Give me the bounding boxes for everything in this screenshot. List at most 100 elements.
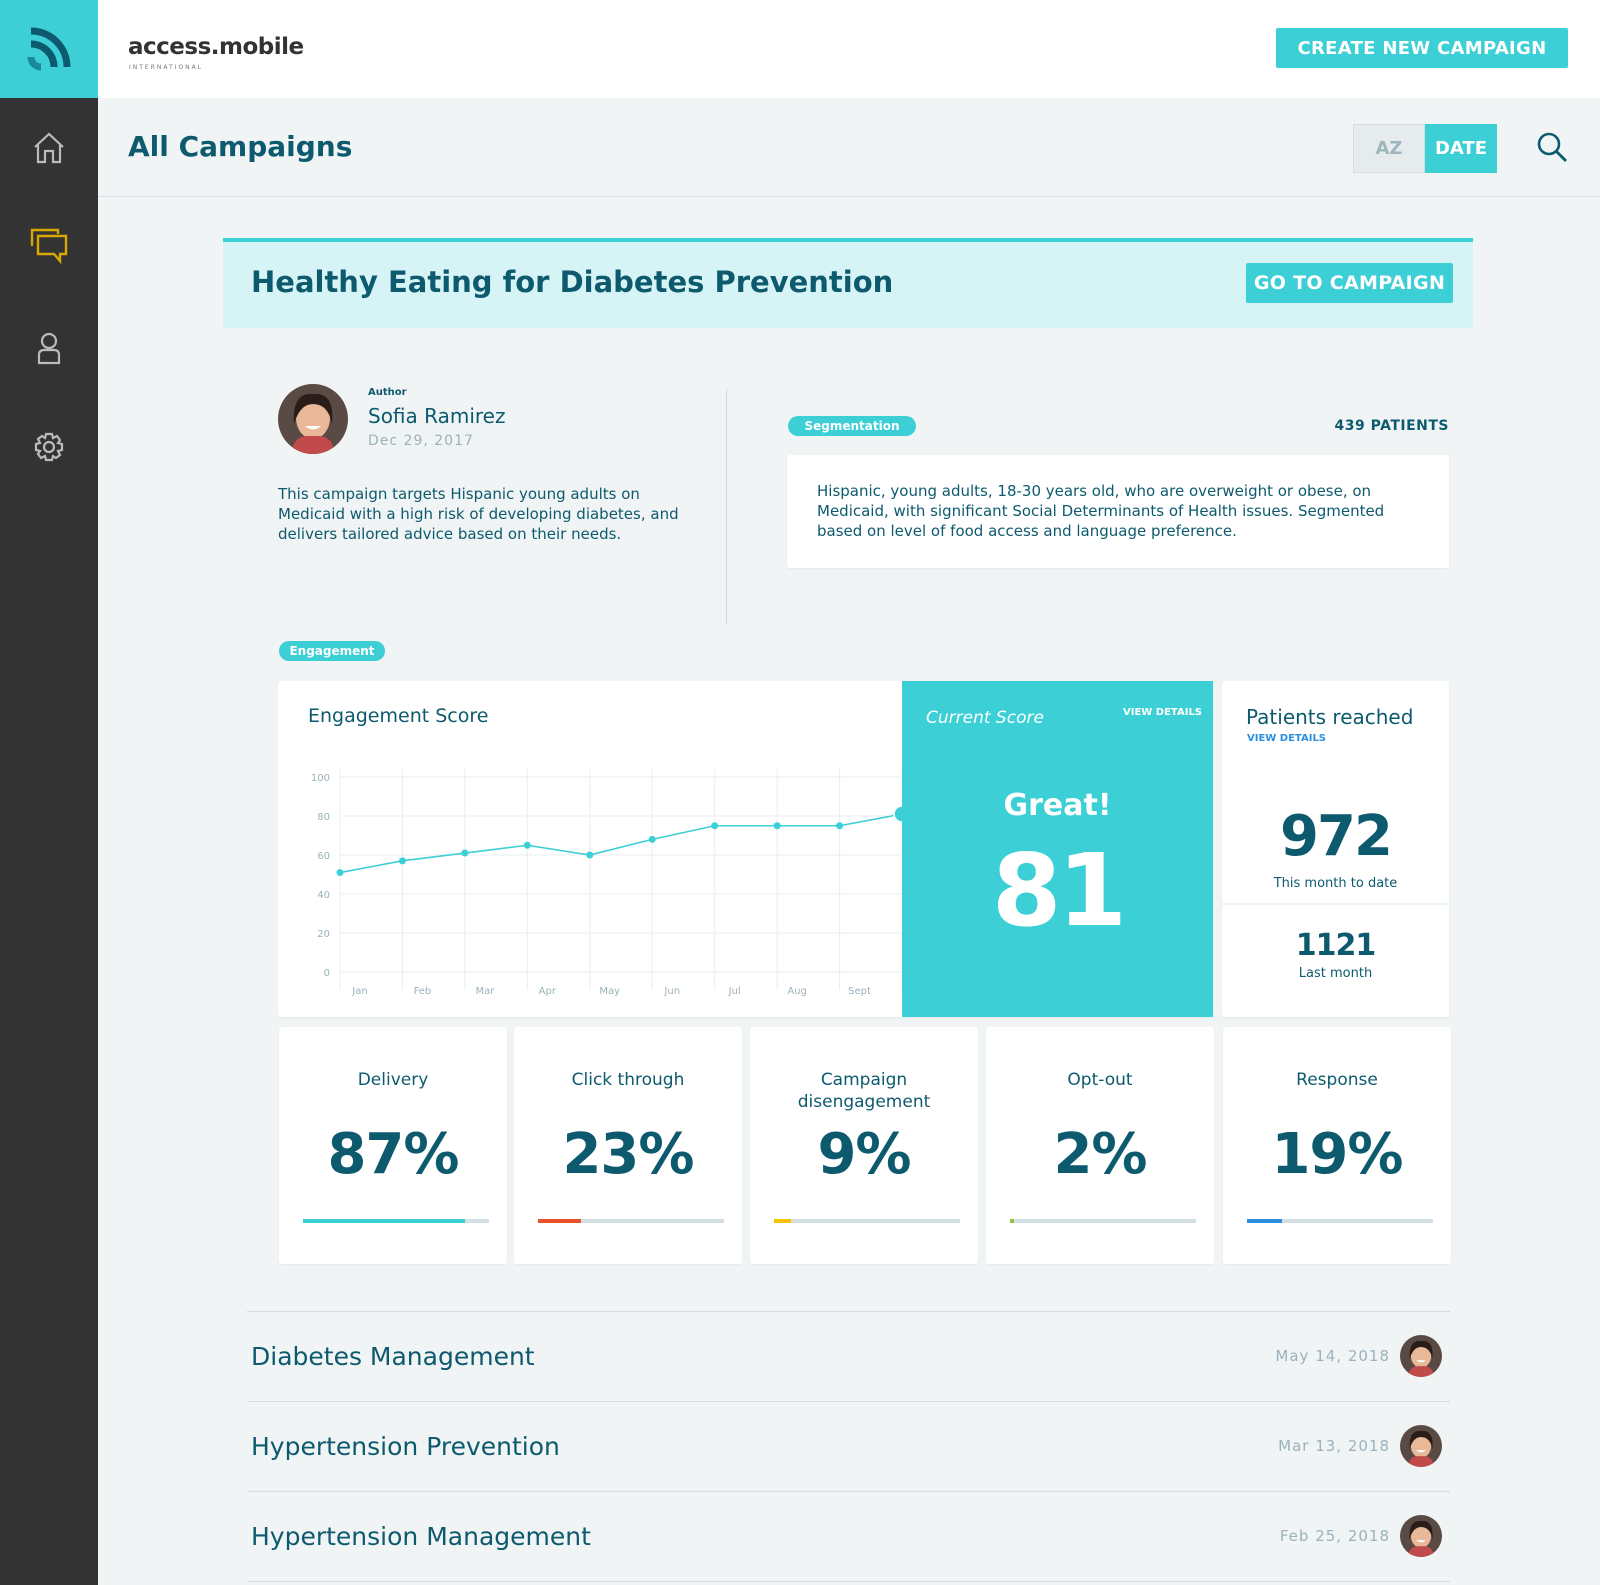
campaign-list-item[interactable]: Hypertension Management Feb 25, 2018	[247, 1492, 1450, 1581]
campaign-list-item[interactable]: Diabetes Management May 14, 2018	[247, 1312, 1450, 1401]
x-tick-label: Aug	[787, 986, 807, 997]
sort-date-button[interactable]: DATE	[1425, 124, 1497, 173]
author-avatar	[1400, 1515, 1442, 1557]
campaign-date: Dec 29, 2017	[368, 433, 474, 449]
metric-value: 23%	[562, 1122, 694, 1187]
campaign-list-item[interactable]: Hypertension Prevention Mar 13, 2018	[247, 1402, 1450, 1491]
metric-value: 87%	[327, 1122, 459, 1187]
metric-progress-bar	[538, 1219, 724, 1223]
campaign-list-title: Hypertension Management	[251, 1522, 591, 1551]
metric-card-opt-out: Opt-out 2%	[986, 1027, 1214, 1264]
campaign-list-title: Hypertension Prevention	[251, 1432, 560, 1461]
engagement-pill: Engagement	[279, 641, 385, 661]
patients-this-month: 972	[1280, 804, 1393, 869]
campaign-list-date: Feb 25, 2018	[1279, 1527, 1390, 1545]
brand-name: access.mobile	[128, 34, 304, 60]
metric-progress-bar	[1247, 1219, 1433, 1223]
metric-value: 19%	[1271, 1122, 1403, 1187]
divider	[1222, 903, 1449, 905]
metric-title: Delivery	[357, 1070, 429, 1090]
x-tick-label: Sept	[848, 986, 871, 997]
current-score-view-details-link[interactable]: VIEW DETAILS	[1123, 707, 1202, 718]
patients-count: 439 PATIENTS	[1334, 418, 1449, 434]
sidebar-item-home[interactable]	[0, 118, 98, 178]
metric-title: Campaign disengagement	[797, 1070, 931, 1112]
go-to-campaign-button[interactable]: GO TO CAMPAIGN	[1246, 263, 1453, 303]
logo-block[interactable]	[0, 0, 98, 98]
x-tick-label: Jul	[728, 986, 741, 997]
segmentation-pill: Segmentation	[788, 416, 916, 436]
y-tick-label: 100	[311, 773, 330, 784]
metric-card-click-through: Click through 23%	[514, 1027, 742, 1264]
segmentation-text: Hispanic, young adults, 18-30 years old,…	[817, 482, 1385, 540]
x-tick-label: Jun	[663, 986, 680, 997]
page-title: All Campaigns	[128, 130, 353, 163]
y-tick-label: 80	[317, 812, 330, 823]
home-icon	[34, 132, 64, 164]
data-point	[336, 869, 344, 877]
author-label: Author	[368, 387, 407, 398]
gear-icon	[34, 432, 64, 462]
series-line	[339, 813, 903, 874]
sidebar-item-settings[interactable]	[0, 417, 98, 477]
x-tick-label: Feb	[414, 986, 432, 997]
x-tick-label: Jan	[351, 986, 367, 997]
campaign-list-date: Mar 13, 2018	[1278, 1437, 1390, 1455]
author-avatar	[278, 384, 348, 454]
engagement-chart: 0 20 40 60 80 100 Jan Feb Mar Apr May Jun Jul Aug Sept	[311, 769, 911, 997]
campaign-title: Healthy Eating for Diabetes Prevention	[251, 265, 894, 299]
sidebar-item-users[interactable]	[0, 318, 98, 378]
brand-subtitle: INTERNATIONAL	[129, 64, 204, 71]
metric-progress-bar	[774, 1219, 960, 1223]
data-point	[773, 822, 781, 830]
data-point	[523, 841, 531, 849]
y-tick-label: 60	[317, 851, 330, 862]
patients-reached-title: Patients reached	[1246, 705, 1414, 729]
divider	[726, 389, 727, 625]
y-tick-label: 20	[317, 929, 330, 940]
metric-value: 9%	[817, 1122, 911, 1187]
metric-title: Click through	[571, 1070, 685, 1090]
sort-az-button[interactable]: AZ	[1353, 124, 1425, 173]
campaign-list-date: May 14, 2018	[1275, 1347, 1390, 1365]
campaign-description: This campaign targets Hispanic young adu…	[278, 485, 679, 543]
data-point	[648, 835, 656, 843]
search-icon	[1537, 132, 1567, 162]
author-avatar	[1400, 1425, 1442, 1467]
metric-card-delivery: Delivery 87%	[279, 1027, 507, 1264]
sidebar-item-campaigns[interactable]	[0, 216, 98, 276]
data-point	[836, 822, 844, 830]
data-point	[461, 849, 469, 857]
metric-progress-fill	[1010, 1219, 1014, 1223]
chat-icon	[30, 228, 68, 264]
y-tick-label: 0	[324, 968, 330, 979]
metric-progress-bar	[303, 1219, 489, 1223]
data-point	[398, 857, 406, 865]
logo-icon	[27, 27, 71, 71]
y-tick-label: 40	[317, 890, 330, 901]
metric-progress-fill	[774, 1219, 791, 1223]
metric-card-response: Response 19%	[1223, 1027, 1451, 1264]
metric-progress-bar	[1010, 1219, 1196, 1223]
author-avatar	[1400, 1335, 1442, 1377]
search-button[interactable]	[1535, 130, 1569, 168]
metric-progress-fill	[303, 1219, 465, 1223]
score-rating: Great!	[1003, 788, 1112, 823]
data-point	[586, 851, 594, 859]
x-tick-label: May	[599, 986, 620, 997]
patients-view-details-link[interactable]: VIEW DETAILS	[1247, 733, 1326, 744]
current-score-label: Current Score	[926, 708, 1044, 728]
patients-this-month-label: This month to date	[1273, 876, 1398, 891]
data-point	[711, 822, 719, 830]
patients-last-month-label: Last month	[1298, 966, 1373, 981]
create-new-campaign-button[interactable]: CREATE NEW CAMPAIGN	[1276, 28, 1568, 68]
metric-title: Response	[1296, 1070, 1378, 1090]
author-name: Sofia Ramirez	[368, 404, 506, 428]
metric-progress-fill	[1247, 1219, 1283, 1223]
patients-last-month: 1121	[1295, 928, 1377, 963]
campaign-list-title: Diabetes Management	[251, 1342, 535, 1371]
metric-card-campaign-disengagement: Campaign disengagement 9%	[750, 1027, 978, 1264]
x-tick-label: Mar	[475, 986, 495, 997]
divider	[247, 1581, 1450, 1582]
current-score-value: 81	[991, 832, 1127, 949]
